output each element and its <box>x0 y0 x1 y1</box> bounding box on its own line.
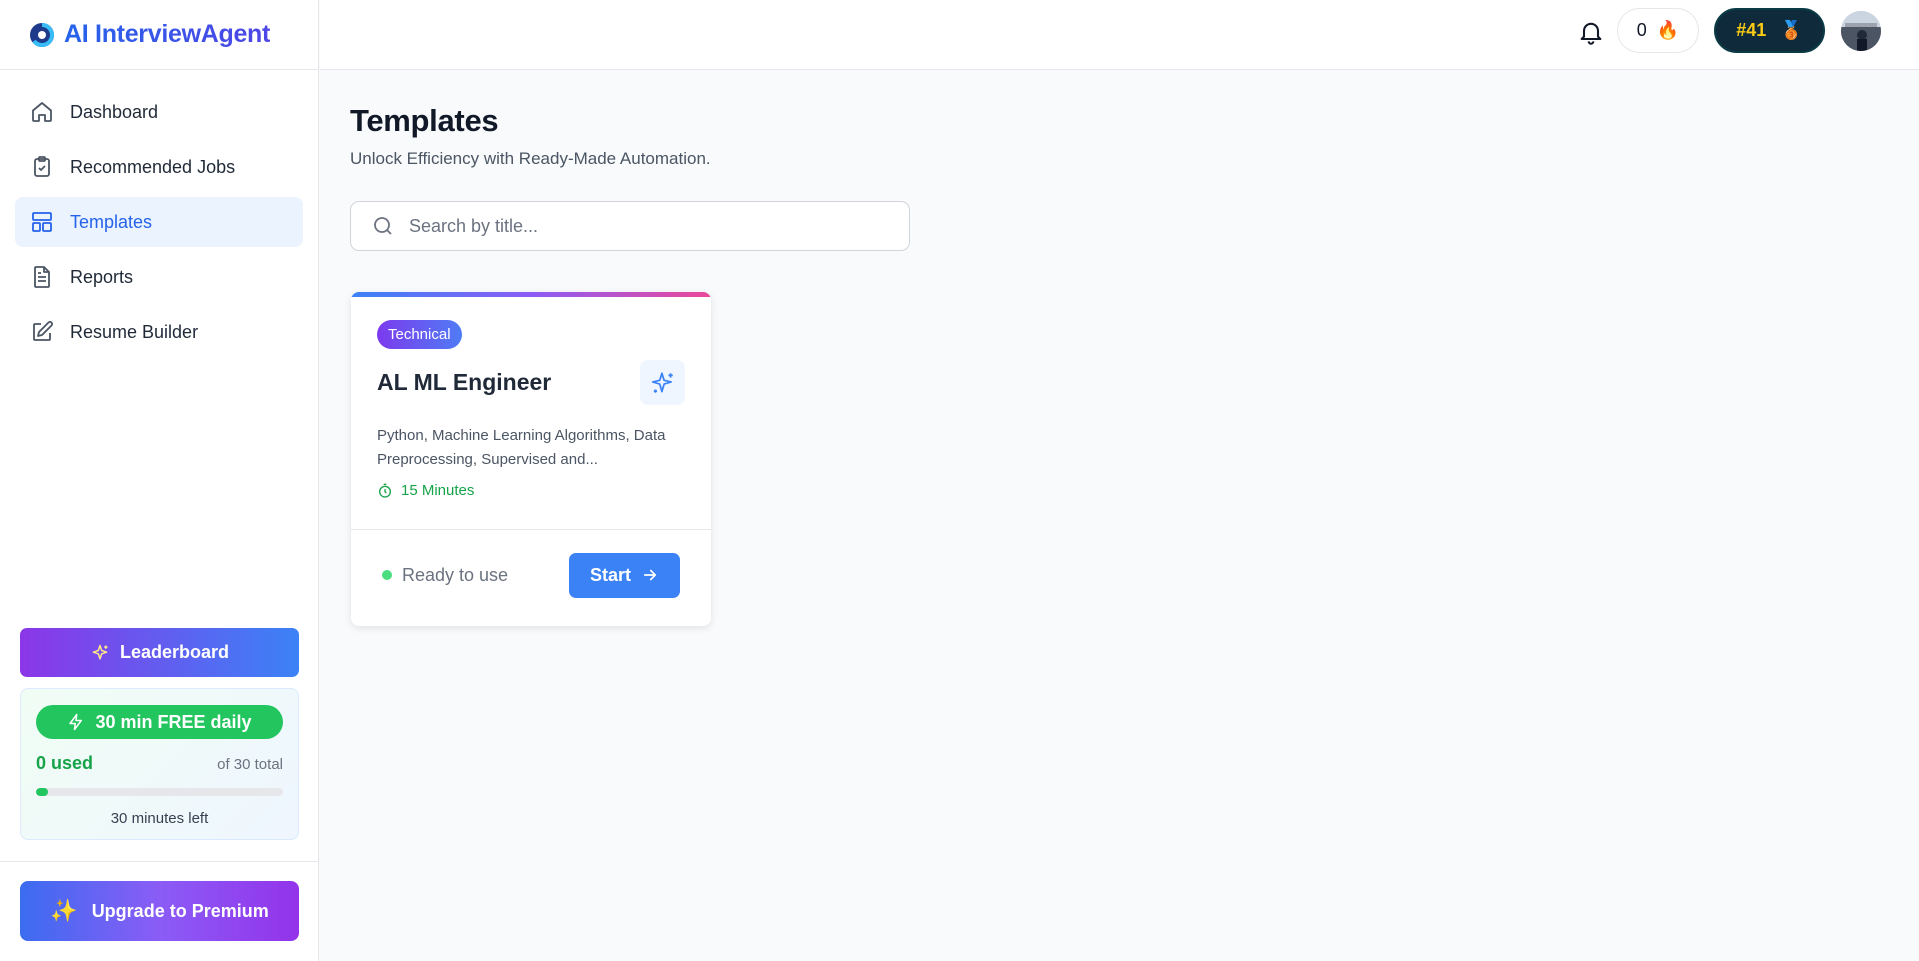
avatar[interactable] <box>1841 11 1881 51</box>
sidebar-item-dashboard[interactable]: Dashboard <box>15 87 303 137</box>
sidebar-item-label: Dashboard <box>70 101 159 122</box>
rank-badge[interactable]: #41 🥉 <box>1714 8 1825 53</box>
usage-row: 0 used of 30 total <box>36 753 283 774</box>
sidebar-item-resume-builder[interactable]: Resume Builder <box>15 307 303 357</box>
ai-sparkle-icon <box>640 360 685 405</box>
sidebar-item-label: Reports <box>70 266 134 287</box>
total-minutes: of 30 total <box>217 756 283 773</box>
usage-progress-bar <box>36 788 283 796</box>
sparkles-icon: ✨ <box>50 898 78 923</box>
search-icon <box>374 217 392 235</box>
sidebar-item-recommended-jobs[interactable]: Recommended Jobs <box>15 142 303 192</box>
arrow-right-icon <box>643 569 657 581</box>
sidebar-item-label: Recommended Jobs <box>70 156 236 177</box>
sidebar-nav: Dashboard Recommended Jobs Templates Rep… <box>0 70 318 357</box>
sidebar-item-reports[interactable]: Reports <box>15 252 303 302</box>
document-icon <box>30 265 54 289</box>
avatar-image <box>1841 11 1881 51</box>
free-daily-label: 30 min FREE daily <box>95 711 252 732</box>
start-button[interactable]: Start <box>569 552 680 598</box>
streak-counter[interactable]: 0 🔥 <box>1617 8 1699 53</box>
minutes-left: 30 minutes left <box>110 810 209 827</box>
status-indicator: Ready to use <box>382 565 508 586</box>
sidebar-item-label: Resume Builder <box>70 321 199 342</box>
rank-label: #41 <box>1736 20 1767 40</box>
template-card[interactable]: Technical AL ML Engineer Python, Machine… <box>351 292 711 626</box>
start-label: Start <box>589 564 631 585</box>
upgrade-premium-label: Upgrade to Premium <box>91 900 269 921</box>
template-description: Python, Machine Learning Algorithms, Dat… <box>377 427 666 468</box>
home-icon <box>30 100 54 124</box>
top-header: 0 🔥 #41 🥉 <box>320 0 1919 70</box>
fire-icon: 🔥 <box>1656 20 1680 40</box>
page-subtitle: Unlock Efficiency with Ready-Made Automa… <box>350 149 711 168</box>
search-box <box>350 201 910 251</box>
leaderboard-button[interactable]: Leaderboard <box>20 628 299 677</box>
template-title: AL ML Engineer <box>377 369 552 395</box>
card-title-row: AL ML Engineer <box>377 360 685 405</box>
status-label: Ready to use <box>402 564 509 585</box>
clipboard-check-icon <box>30 155 54 179</box>
duration-label: 15 Minutes <box>401 482 475 499</box>
card-footer: Ready to use Start <box>351 552 711 598</box>
timer-icon <box>379 483 391 498</box>
sidebar-item-templates[interactable]: Templates <box>15 197 303 247</box>
medal-icon: 🥉 <box>1780 20 1803 40</box>
sparkle-icon <box>92 644 108 660</box>
card-divider <box>351 529 711 530</box>
divider <box>0 861 319 862</box>
lightning-icon <box>69 713 83 731</box>
layout-icon <box>30 210 54 234</box>
usage-progress-fill <box>36 788 48 796</box>
edit-icon <box>30 320 54 344</box>
brand-name: AI InterviewAgent <box>64 20 271 48</box>
swirl-logo-icon <box>30 22 54 47</box>
leaderboard-label: Leaderboard <box>119 642 230 662</box>
search-input[interactable] <box>409 215 869 237</box>
streak-count: 0 <box>1636 20 1647 40</box>
sidebar: AI InterviewAgent Dashboard Recommended … <box>0 0 319 961</box>
category-tag: Technical <box>377 320 462 349</box>
usage-card: 30 min FREE daily 0 used of 30 total 30 … <box>20 688 299 840</box>
card-body: Technical AL ML Engineer Python, Machine… <box>351 297 711 499</box>
page-title: Templates <box>350 103 499 138</box>
upgrade-premium-button[interactable]: ✨ Upgrade to Premium <box>20 881 299 941</box>
brand-logo[interactable]: AI InterviewAgent <box>0 0 318 70</box>
sidebar-item-label: Templates <box>70 211 153 232</box>
free-daily-badge: 30 min FREE daily <box>36 705 283 739</box>
template-duration: 15 Minutes <box>377 482 685 499</box>
status-dot <box>382 570 392 580</box>
bell-icon[interactable] <box>1577 18 1605 46</box>
used-minutes: 0 used <box>36 753 94 773</box>
